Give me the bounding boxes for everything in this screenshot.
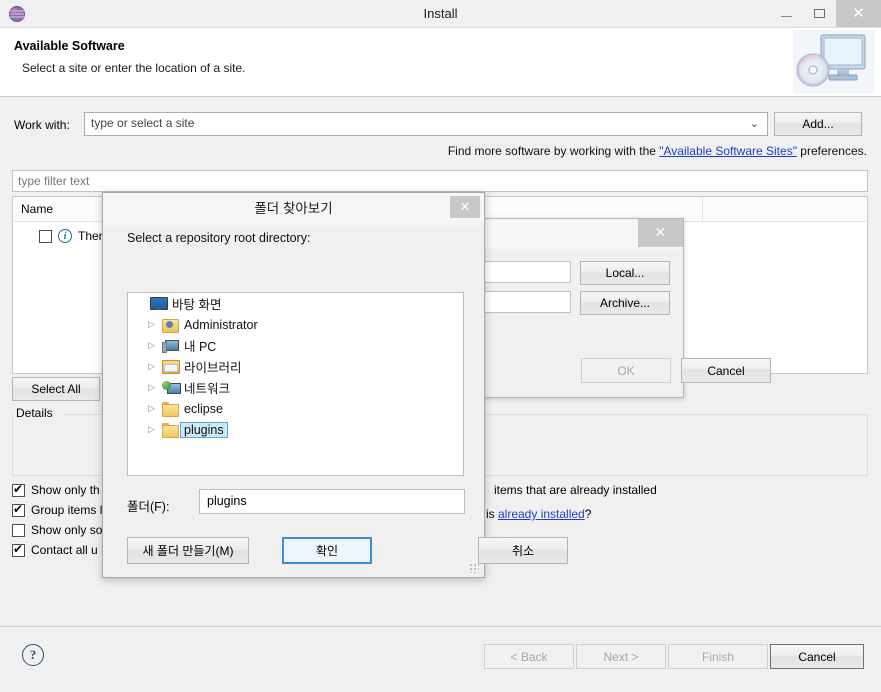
folder-name-value: plugins [207,494,247,508]
wizard-banner: Available Software Select a site or ente… [0,28,881,97]
add-repository-close-icon[interactable]: ✕ [638,219,683,247]
option-show-latest-checkbox[interactable] [12,484,25,497]
tree-item-label: 내 PC [180,335,220,356]
add-site-button[interactable]: Add... [774,112,862,136]
computer-icon [162,339,180,353]
repo-ok-button[interactable]: OK [581,358,671,383]
available-software-sites-link[interactable]: "Available Software Sites" [659,144,797,158]
tree-item-network[interactable]: ▷ 네트워크 [128,377,463,398]
network-icon [162,381,180,395]
resize-grip-icon[interactable] [469,563,479,573]
folder-cancel-button[interactable]: 취소 [478,537,568,564]
tree-expander[interactable]: ▷ [148,383,162,393]
option-contact-all[interactable]: Contact all u [12,543,98,557]
repo-local-button[interactable]: Local... [580,261,670,285]
filter-placeholder: type filter text [18,174,89,188]
folder-icon [162,402,180,415]
window-title: Install [0,0,881,28]
user-folder-icon [162,318,180,332]
close-icon: ✕ [852,6,865,21]
folder-ok-button[interactable]: 확인 [282,537,372,564]
new-folder-button[interactable]: 새 폴더 만들기(M) [127,537,249,564]
tree-expander[interactable]: ▷ [148,425,162,435]
maximize-button[interactable] [803,0,836,27]
option-contact-all-label: Contact all u [31,543,98,557]
option-show-latest-label: Show only th [31,483,100,497]
select-all-button[interactable]: Select All [12,377,100,401]
row-checkbox[interactable] [39,230,52,243]
tree-item-my-pc[interactable]: ▷ 내 PC [128,335,463,356]
folder-name-input[interactable]: plugins [199,489,465,514]
close-button[interactable]: ✕ [836,0,881,27]
tree-item-eclipse[interactable]: ▷ eclipse [128,398,463,419]
already-installed-link[interactable]: already installed [498,507,585,521]
page-title: Available Software [14,39,125,53]
back-button[interactable]: < Back [484,644,574,669]
folder-name-label: 폴더(F): [127,496,169,515]
minimize-button[interactable] [770,0,803,27]
next-button[interactable]: Next > [576,644,666,669]
install-wizard-window: Install ✕ Available Software Select a si… [0,0,881,692]
tree-expander[interactable]: ▷ [148,404,162,414]
option-show-applicable[interactable]: Show only so [12,523,102,537]
what-is-prefix: is [486,507,498,521]
option-contact-all-checkbox[interactable] [12,544,25,557]
option-group-items-checkbox[interactable] [12,504,25,517]
chevron-down-icon: ⌄ [750,117,759,130]
library-icon [162,360,180,373]
finish-button[interactable]: Finish [668,644,768,669]
tree-item-library[interactable]: ▷ 라이브러리 [128,356,463,377]
tree-item-label: eclipse [180,401,227,417]
hide-installed-text-tail: items that are already installed [494,483,657,497]
desktop-monitor-icon [150,297,168,310]
tree-item-label: Administrator [180,317,262,333]
option-group-items-label: Group items l [31,503,102,517]
filter-input[interactable]: type filter text [12,170,868,192]
window-controls: ✕ [770,0,881,27]
repo-cancel-button[interactable]: Cancel [681,358,771,383]
folder-dialog-close-icon[interactable]: ✕ [450,196,480,218]
tree-item-desktop[interactable]: 바탕 화면 [128,293,463,314]
help-icon[interactable]: ? [22,644,44,666]
folder-icon [162,423,180,436]
page-subtitle: Select a site or enter the location of a… [22,61,245,75]
find-more-prefix: Find more software by working with the [448,144,659,158]
column-header-extra[interactable] [703,197,867,222]
tree-item-label: plugins [180,422,228,438]
tree-item-label: 라이브러리 [180,356,246,377]
option-show-latest[interactable]: Show only th [12,483,100,497]
browse-for-folder-dialog: 폴더 찾아보기 ✕ Select a repository root direc… [102,192,485,578]
folder-dialog-titlebar: 폴더 찾아보기 ✕ [103,193,484,225]
tree-item-plugins[interactable]: ▷ plugins [128,419,463,440]
tree-expander[interactable]: ▷ [148,362,162,372]
minimize-icon [781,16,792,17]
work-with-combo[interactable]: type or select a site ⌄ [84,112,768,136]
folder-dialog-title: 폴더 찾아보기 [103,193,484,225]
find-more-suffix: preferences. [797,144,867,158]
install-monitor-disc-icon [793,30,875,93]
cancel-button[interactable]: Cancel [770,644,864,669]
what-is-installed-text: is already installed? [486,507,591,521]
info-icon: i [58,229,72,243]
find-more-text: Find more software by working with the "… [448,144,867,158]
tree-item-administrator[interactable]: ▷ Administrator [128,314,463,335]
work-with-label: Work with: [14,118,70,132]
option-show-applicable-label: Show only so [31,523,102,537]
tree-item-label: 네트워크 [180,377,234,398]
folder-dialog-prompt: Select a repository root directory: [127,231,310,245]
tree-expander[interactable]: ▷ [148,320,162,330]
option-group-items[interactable]: Group items l [12,503,102,517]
tree-expander[interactable]: ▷ [148,341,162,351]
maximize-icon [814,9,825,18]
what-is-suffix: ? [585,507,592,521]
folder-tree[interactable]: 바탕 화면 ▷ Administrator ▷ 내 PC ▷ 라이브러리 ▷ 네… [127,292,464,476]
tree-item-label: 바탕 화면 [168,293,225,314]
work-with-value: type or select a site [91,116,194,130]
option-show-applicable-checkbox[interactable] [12,524,25,537]
repo-archive-button[interactable]: Archive... [580,291,670,315]
window-titlebar: Install ✕ [0,0,881,28]
